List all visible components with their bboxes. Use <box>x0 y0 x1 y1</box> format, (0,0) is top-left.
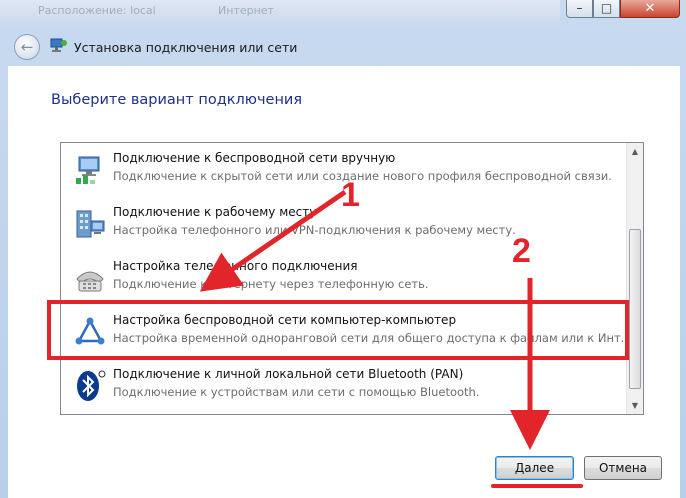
next-button[interactable]: Далее <box>495 456 574 480</box>
arrow-to-adhoc-option <box>199 189 347 292</box>
next-button-underline <box>491 484 583 488</box>
cancel-button[interactable]: Отмена <box>584 456 662 480</box>
window-frame: Расположение: local Интернет – □ ✕ ← Уст… <box>0 0 686 498</box>
annotation-arrows <box>199 189 550 450</box>
annotation-step-1: 1 <box>341 176 360 214</box>
annotation-step-2: 2 <box>512 232 531 270</box>
